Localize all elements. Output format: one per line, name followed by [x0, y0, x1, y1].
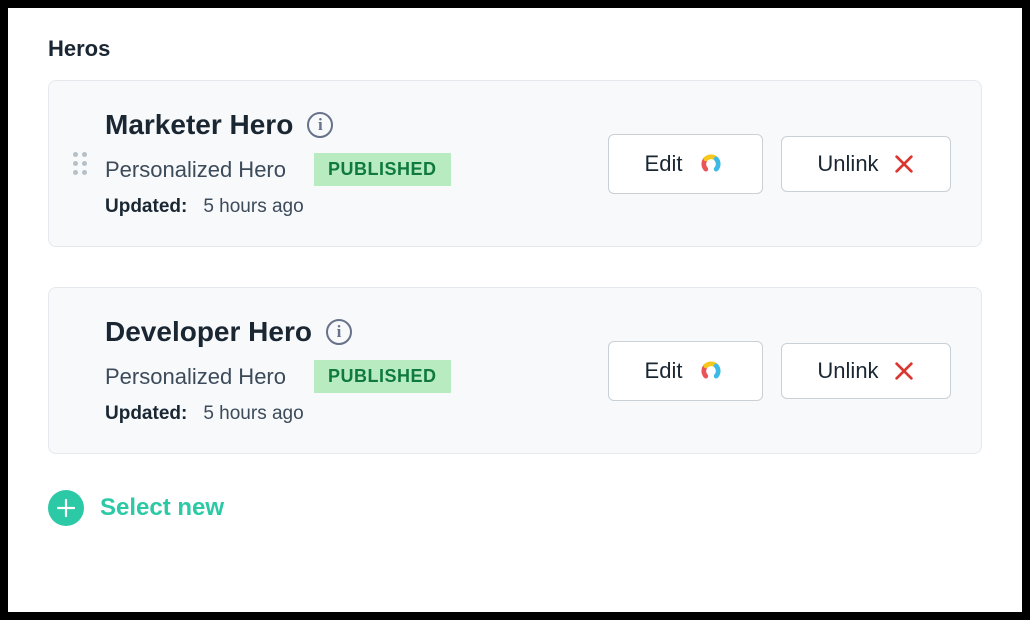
unlink-button[interactable]: Unlink — [781, 136, 951, 192]
card-subtitle: Personalized Hero — [105, 364, 286, 390]
card-actions: Edit Unlink — [608, 341, 951, 401]
hero-card: Developer Hero i Personalized Hero PUBLI… — [48, 287, 982, 454]
updated-label: Updated: — [105, 196, 187, 218]
close-icon — [893, 153, 915, 175]
info-icon[interactable]: i — [326, 319, 352, 345]
info-icon[interactable]: i — [307, 112, 333, 138]
edit-button[interactable]: Edit — [608, 341, 763, 401]
section-title: Heros — [48, 36, 982, 62]
edit-button[interactable]: Edit — [608, 134, 763, 194]
card-actions: Edit Unlink — [608, 134, 951, 194]
unlink-button[interactable]: Unlink — [781, 343, 951, 399]
card-title: Marketer Hero — [105, 109, 293, 141]
close-icon — [893, 360, 915, 382]
status-badge: PUBLISHED — [314, 360, 451, 393]
card-title: Developer Hero — [105, 316, 312, 348]
drag-handle-icon[interactable] — [73, 152, 87, 175]
contentful-icon — [696, 356, 726, 386]
contentful-icon — [696, 149, 726, 179]
select-new-button[interactable]: Select new — [48, 490, 982, 526]
edit-button-label: Edit — [645, 358, 683, 384]
unlink-button-label: Unlink — [817, 151, 878, 177]
card-subtitle: Personalized Hero — [105, 157, 286, 183]
plus-icon — [48, 490, 84, 526]
unlink-button-label: Unlink — [817, 358, 878, 384]
edit-button-label: Edit — [645, 151, 683, 177]
updated-value: 5 hours ago — [203, 196, 303, 218]
select-new-label: Select new — [100, 494, 224, 522]
updated-value: 5 hours ago — [203, 403, 303, 425]
updated-label: Updated: — [105, 403, 187, 425]
card-content: Marketer Hero i Personalized Hero PUBLIS… — [105, 109, 590, 218]
card-content: Developer Hero i Personalized Hero PUBLI… — [105, 316, 590, 425]
hero-card: Marketer Hero i Personalized Hero PUBLIS… — [48, 80, 982, 247]
status-badge: PUBLISHED — [314, 153, 451, 186]
